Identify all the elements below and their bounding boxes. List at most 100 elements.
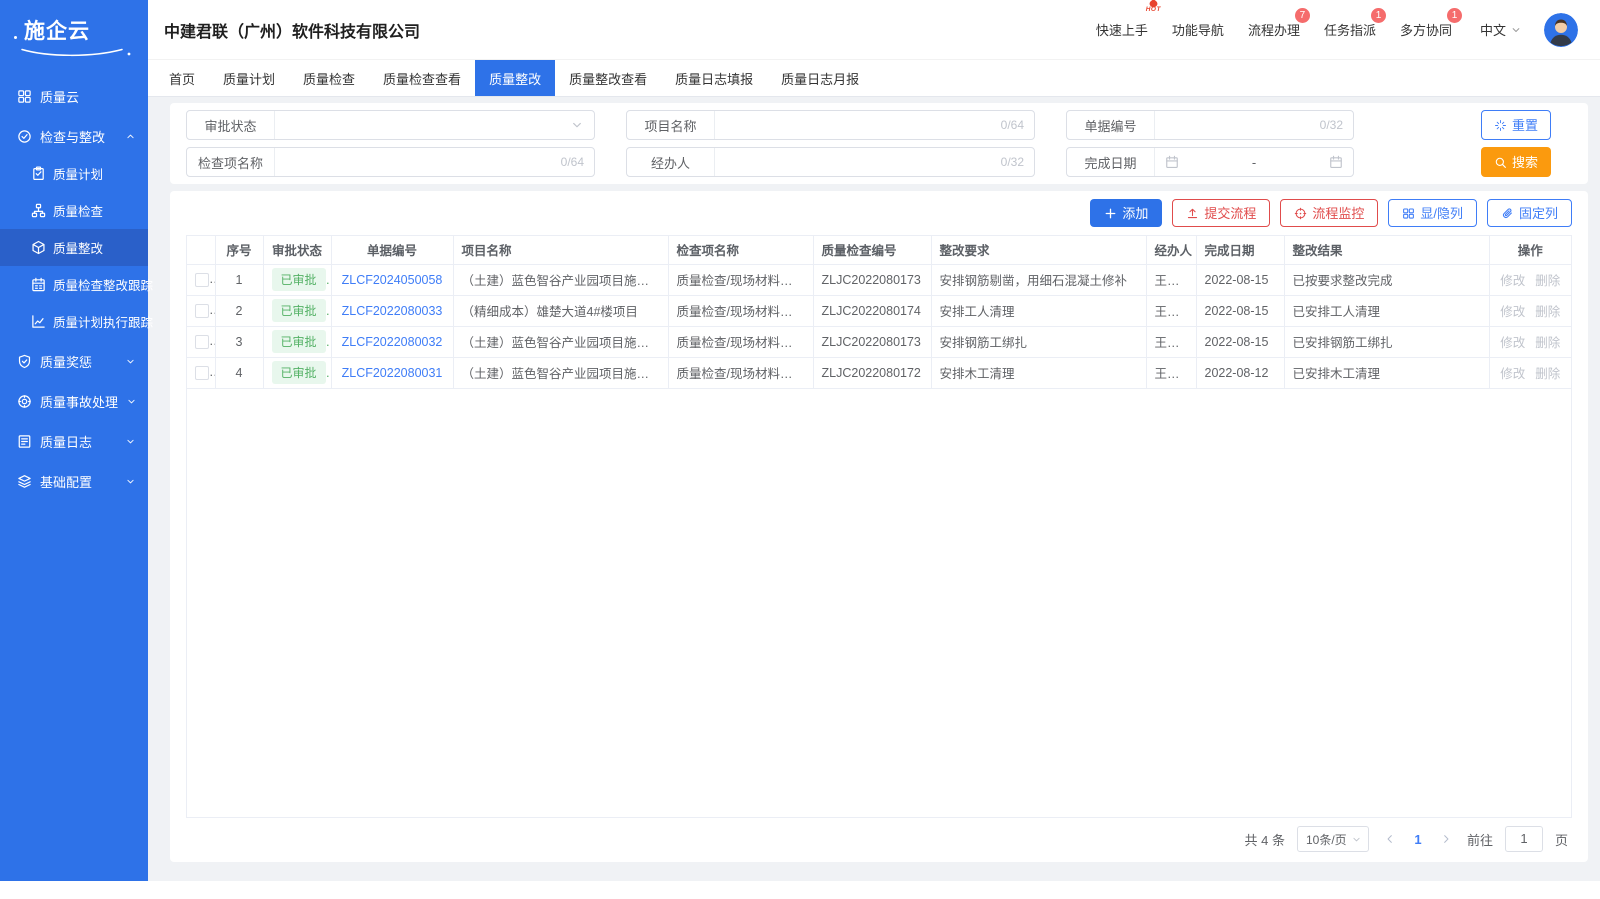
next-page-button[interactable] [1437, 830, 1455, 848]
table-row: 1已审批ZLCF2024050058（土建）蓝色智谷产业园项目施工总承包...质… [187, 264, 1571, 295]
edit-action[interactable]: 修改 [1500, 336, 1525, 350]
tab-home[interactable]: 首页 [155, 60, 209, 96]
page-suffix: 页 [1555, 830, 1568, 849]
show-hide-columns-button[interactable]: 显/隐列 [1388, 199, 1477, 227]
doc-no-link[interactable]: ZLCF2022080033 [342, 304, 443, 318]
logo-swoosh-icon [16, 46, 136, 58]
delete-action[interactable]: 删除 [1535, 336, 1560, 350]
column-header [187, 236, 215, 264]
chevron-up-icon [125, 131, 136, 142]
delete-action[interactable]: 删除 [1535, 305, 1560, 319]
chevron-left-icon [1384, 833, 1396, 845]
sidebar-item-label: 检查与整改 [40, 127, 105, 146]
cube-icon [31, 240, 46, 255]
tab-quality-check[interactable]: 质量检查 [289, 60, 369, 96]
filter-operator-input[interactable]: 0/32 [715, 148, 1034, 176]
filter-project-name-input[interactable]: 0/64 [715, 111, 1034, 139]
tab-quality-log-fill[interactable]: 质量日志填报 [661, 60, 767, 96]
sidebar-item-quality-plan[interactable]: 质量计划 [0, 155, 148, 192]
hot-icon: HOT [1146, 0, 1161, 14]
calendar-track-icon [31, 277, 46, 292]
sidebar-item-quality-log[interactable]: 质量日志 [0, 423, 148, 460]
tab-quality-rectify[interactable]: 质量整改 [475, 60, 555, 96]
filter-buttons: 重置 搜索 [1354, 110, 1572, 177]
sidebar-item-quality-accident[interactable]: 质量事故处理 [0, 383, 148, 420]
tab-quality-log-month[interactable]: 质量日志月报 [767, 60, 873, 96]
filter-approval-status-input[interactable] [275, 111, 594, 139]
page-size-select[interactable]: 10条/页 [1297, 826, 1369, 852]
doc-no-link[interactable]: ZLCF2022080032 [342, 335, 443, 349]
main: 中建君联（广州）软件科技有限公司 快速上手HOT功能导航流程办理7任务指派1多方… [148, 0, 1600, 899]
sidebar-item-quality-reward[interactable]: 质量奖惩 [0, 343, 148, 380]
cell-project: （土建）蓝色智谷产业园项目施工总承包... [453, 326, 668, 357]
filter-doc-no-input[interactable]: 0/32 [1155, 111, 1353, 139]
tabbar: 首页质量计划质量检查质量检查查看质量整改质量整改查看质量日志填报质量日志月报 [148, 60, 1600, 97]
filter-check-item-name-input[interactable]: 0/64 [275, 148, 594, 176]
submit-flow-button[interactable]: 提交流程 [1172, 199, 1270, 227]
nav-feature-nav[interactable]: 功能导航 [1172, 16, 1224, 43]
total-count: 共 4 条 [1245, 830, 1285, 849]
search-button[interactable]: 搜索 [1481, 147, 1551, 177]
avatar[interactable] [1544, 13, 1578, 47]
fixed-columns-button[interactable]: 固定列 [1487, 199, 1572, 227]
edit-action[interactable]: 修改 [1500, 305, 1525, 319]
doc-no-link[interactable]: ZLCF2022080031 [342, 366, 443, 380]
table-row: 4已审批ZLCF2022080031（土建）蓝色智谷产业园项目施工总承包...质… [187, 357, 1571, 388]
cell-seq: 4 [215, 357, 263, 388]
cell-requirement: 安排工人清理 [931, 295, 1146, 326]
nav-quick-start[interactable]: 快速上手HOT [1096, 16, 1148, 43]
sidebar-item-quality-plan-exec-track[interactable]: 质量计划执行跟踪 [0, 303, 148, 340]
delete-action[interactable]: 删除 [1535, 274, 1560, 288]
avatar-image [1544, 13, 1578, 47]
tab-quality-plan[interactable]: 质量计划 [209, 60, 289, 96]
sidebar-item-quality-check-rectify-track[interactable]: 质量检查整改跟踪 [0, 266, 148, 303]
chevron-down-icon [1351, 834, 1362, 845]
table-container: 序号审批状态单据编号项目名称检查项名称质量检查编号整改要求经办人完成日期整改结果… [186, 235, 1572, 818]
language-switcher[interactable]: 中文 [1480, 20, 1522, 39]
button-label: 显/隐列 [1420, 207, 1463, 220]
chart-track-icon [31, 314, 46, 329]
cell-finish-date: 2022-08-15 [1196, 264, 1284, 295]
sidebar-item-inspect-rectify[interactable]: 检查与整改 [0, 118, 148, 155]
sidebar-item-label: 质量计划执行跟踪 [53, 312, 153, 331]
flow-monitor-button[interactable]: 流程监控 [1280, 199, 1378, 227]
row-checkbox[interactable] [195, 273, 209, 287]
char-counter: 0/64 [561, 155, 584, 169]
sidebar-item-quality-cloud[interactable]: 质量云 [0, 78, 148, 115]
nav-task-assign[interactable]: 任务指派1 [1324, 16, 1376, 43]
nav-flow-handle[interactable]: 流程办理7 [1248, 16, 1300, 43]
row-checkbox[interactable] [195, 366, 209, 380]
button-label: 流程监控 [1312, 207, 1364, 220]
delete-action[interactable]: 删除 [1535, 367, 1560, 381]
row-checkbox[interactable] [195, 304, 209, 318]
add-button[interactable]: 添加 [1090, 199, 1162, 227]
status-badge: 已审批 [272, 330, 326, 353]
edit-action[interactable]: 修改 [1500, 274, 1525, 288]
page-size-value: 10条/页 [1306, 831, 1347, 848]
filter-label: 经办人 [627, 148, 715, 176]
sidebar-item-basic-config[interactable]: 基础配置 [0, 463, 148, 500]
reset-button[interactable]: 重置 [1481, 110, 1551, 140]
date-separator: - [1252, 155, 1256, 170]
content: 审批状态项目名称0/64单据编号0/32检查项名称0/64经办人0/32完成日期… [148, 97, 1600, 881]
sidebar: 施企云 质量云检查与整改质量计划质量检查质量整改质量检查整改跟踪质量计划执行跟踪… [0, 0, 148, 881]
data-table: 序号审批状态单据编号项目名称检查项名称质量检查编号整改要求经办人完成日期整改结果… [187, 236, 1571, 389]
current-page[interactable]: 1 [1411, 832, 1425, 847]
edit-action[interactable]: 修改 [1500, 367, 1525, 381]
doc-no-link[interactable]: ZLCF2024050058 [342, 273, 443, 287]
nav-multi-collab[interactable]: 多方协同1 [1400, 16, 1452, 43]
cell-result: 已按要求整改完成 [1284, 264, 1489, 295]
row-checkbox[interactable] [195, 335, 209, 349]
tab-quality-rectify-view[interactable]: 质量整改查看 [555, 60, 661, 96]
filter-doc-no: 单据编号0/32 [1066, 110, 1354, 140]
sidebar-item-quality-check[interactable]: 质量检查 [0, 192, 148, 229]
goto-page-input[interactable]: 1 [1505, 826, 1543, 852]
sidebar-item-label: 质量计划 [53, 164, 103, 183]
sidebar-item-quality-rectify[interactable]: 质量整改 [0, 229, 148, 266]
prev-page-button[interactable] [1381, 830, 1399, 848]
tab-quality-check-view[interactable]: 质量检查查看 [369, 60, 475, 96]
cell-project: （土建）蓝色智谷产业园项目施工总承包... [453, 264, 668, 295]
grid-icon [17, 89, 32, 104]
notification-badge: 1 [1447, 8, 1462, 23]
filter-finish-date-input[interactable]: - [1155, 148, 1353, 176]
